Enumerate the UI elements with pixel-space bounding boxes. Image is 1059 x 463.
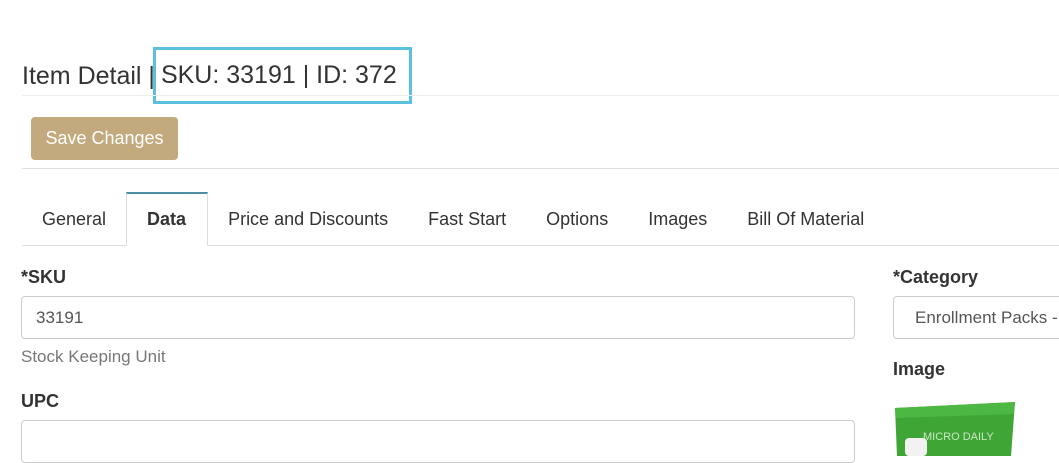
tab-bar: General Data Price and Discounts Fast St… — [22, 192, 1059, 246]
sku-input[interactable] — [21, 296, 855, 339]
divider — [22, 95, 1059, 96]
upc-input[interactable] — [21, 420, 855, 463]
page-title-prefix: Item Detail | — [22, 62, 155, 90]
upc-label: UPC — [21, 391, 60, 411]
product-image[interactable]: MICRO DAILY — [893, 390, 1023, 456]
category-label: *Category — [893, 267, 979, 287]
tab-images[interactable]: Images — [628, 192, 727, 245]
tab-data[interactable]: Data — [126, 192, 209, 246]
tab-price-and-discounts[interactable]: Price and Discounts — [208, 192, 408, 245]
tab-bill-of-material[interactable]: Bill Of Material — [727, 192, 884, 245]
sku-help-text: Stock Keeping Unit — [21, 347, 166, 366]
tab-general[interactable]: General — [22, 192, 126, 245]
save-changes-button[interactable]: Save Changes — [31, 117, 178, 160]
product-image-text: MICRO DAILY — [923, 431, 994, 443]
tab-fast-start[interactable]: Fast Start — [408, 192, 526, 245]
tab-options[interactable]: Options — [526, 192, 628, 245]
image-label: Image — [893, 359, 946, 379]
divider — [22, 168, 1059, 169]
page-title: Item Detail | SKU: 33191 | ID: 372 — [22, 47, 412, 105]
category-select[interactable]: Enrollment Packs - — [893, 296, 1059, 339]
sku-label: *SKU — [21, 267, 67, 287]
